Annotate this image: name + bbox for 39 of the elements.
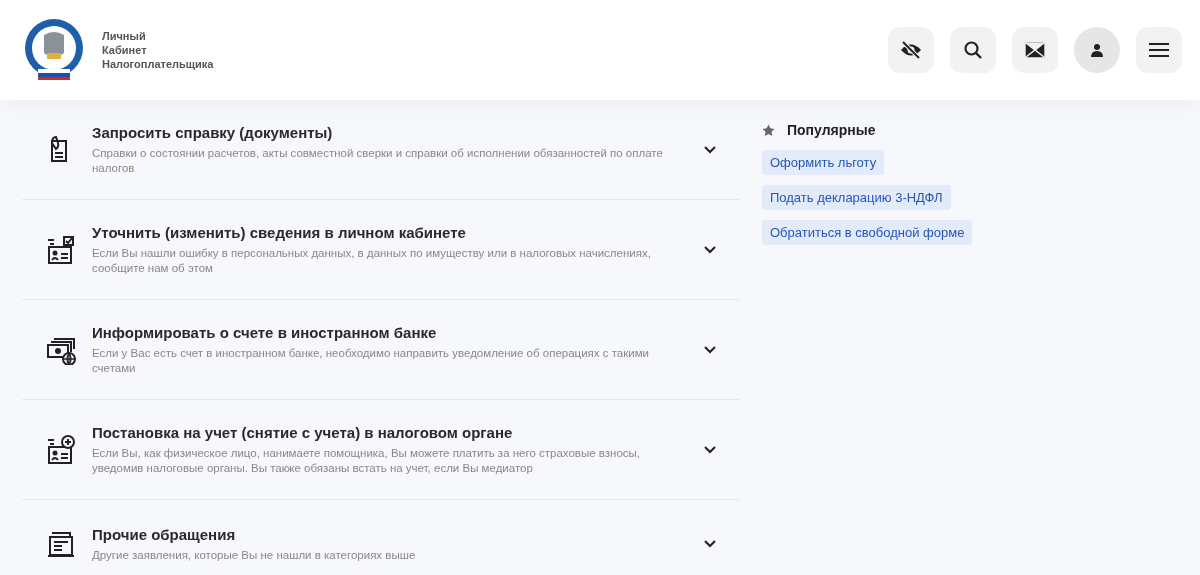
mail-button[interactable] (1012, 27, 1058, 73)
service-title: Прочие обращения (92, 525, 237, 543)
service-item[interactable]: Запросить справку (документы) Справки о состоянии расчетов, акты совместной сверки и справки об исполнении обязанностей по оплате налогов (22, 100, 740, 200)
menu-button[interactable] (1136, 27, 1182, 73)
site-title-line: Личный (102, 30, 147, 42)
service-description: Другие заявления, которые Вы не нашли в категориях выше (92, 547, 417, 563)
hidden-eye-icon (899, 40, 923, 60)
section-title: Популярные (787, 122, 876, 138)
service-title: Уточнить (изменить) сведения в личном кабинете (92, 223, 467, 241)
service-item[interactable]: Прочие обращения Другие заявления, которые Вы не нашли в категориях выше (22, 500, 740, 575)
chevron-down-icon[interactable] (704, 445, 716, 454)
chevron-down-icon[interactable] (704, 345, 716, 354)
user-icon (1091, 43, 1103, 57)
search-button[interactable] (950, 27, 996, 73)
envelope-icon (1025, 42, 1045, 58)
service-item[interactable]: Информировать о счете в иностранном банке Если у Вас есть счет в иностранном банке, необходимо направить уведомление об операциях с такими счетами (22, 300, 740, 400)
service-title: Информировать о счете в иностранном банке (92, 323, 438, 341)
user-button[interactable] (1074, 27, 1120, 73)
search-icon (963, 40, 983, 60)
service-title: Постановка на учет (снятие с учета) в налоговом органе (92, 423, 514, 441)
chevron-down-icon[interactable] (704, 145, 716, 154)
star-icon (762, 123, 775, 137)
emblem-logo[interactable] (24, 19, 84, 81)
edit-icon (46, 234, 76, 265)
service-description: Если у Вас есть счет в иностранном банке, необходимо направить уведомление об операциях с такими счетами (92, 345, 651, 376)
popular-link[interactable]: Подать декларацию 3-НДФЛ (762, 185, 951, 210)
menu-icon (1149, 42, 1169, 58)
service-description: Если Вы нашли ошибку в персональных данных, в данных по имуществу или в налоговых начислениях, сообщите нам об этом (92, 245, 652, 276)
chevron-down-icon[interactable] (704, 245, 716, 254)
site-title-line: Налогоплательщика (102, 58, 214, 70)
service-title: Запросить справку (документы) (92, 123, 334, 141)
service-description: Если Вы, как физическое лицо, нанимаете помощника, Вы можете платить за него страховые взносы, уведомив налоговые органы. Вы также обязаны встать на учет, если Вы медиатор (92, 445, 641, 476)
service-item[interactable]: Уточнить (изменить) сведения в личном кабинете Если Вы нашли ошибку в персональных данных, в данных по имуществу или в налоговых начислениях, сообщите нам об этом (22, 200, 740, 300)
popular-link[interactable]: Обратиться в свободной форме (762, 220, 973, 245)
register-icon (46, 434, 76, 465)
service-description: Справки о состоянии расчетов, акты совместной сверки и справки об исполнении обязанностей по оплате налогов (92, 145, 664, 176)
popular-link[interactable]: Оформить льготу (762, 150, 885, 175)
eye-button[interactable] (888, 27, 934, 73)
site-title-line: Кабинет (102, 44, 148, 56)
